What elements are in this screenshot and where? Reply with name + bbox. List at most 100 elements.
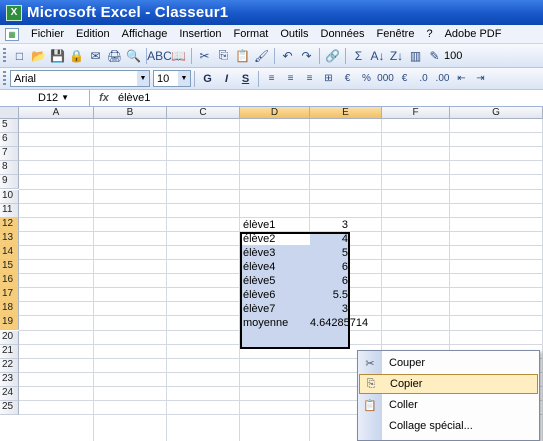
euro-icon[interactable]: € [396, 70, 413, 87]
chevron-down-icon[interactable]: ▼ [178, 71, 190, 86]
cell-e12[interactable]: 3 [310, 219, 348, 231]
column-header-d[interactable]: D [240, 107, 310, 119]
toolbar-grip[interactable] [3, 70, 6, 87]
email-icon[interactable]: ✉ [87, 47, 104, 64]
cell-d19[interactable]: moyenne [243, 317, 309, 329]
chart-wizard-icon[interactable]: ▥ [407, 47, 424, 64]
cell-e16[interactable]: 6 [310, 275, 348, 287]
copy-icon[interactable]: ⎘ [215, 47, 232, 64]
cell-d14[interactable]: élève3 [243, 247, 309, 259]
bold-button[interactable]: G [199, 70, 216, 87]
formula-input[interactable]: élève1 [118, 92, 150, 104]
row-header-16[interactable]: 16 [0, 274, 19, 289]
increase-decimal-icon[interactable]: .0 [415, 70, 432, 87]
cell-d17[interactable]: élève6 [243, 289, 309, 301]
select-all-corner[interactable] [0, 107, 19, 119]
align-left-icon[interactable]: ≡ [263, 70, 280, 87]
italic-button[interactable]: I [218, 70, 235, 87]
row-header-25[interactable]: 25 [0, 401, 19, 416]
cell-d13[interactable]: élève2 [243, 233, 309, 245]
menu-affichage[interactable]: Affichage [116, 28, 174, 40]
name-box[interactable]: D12 ▼ [0, 90, 90, 106]
cell-e13[interactable]: 4 [310, 233, 348, 245]
column-header-c[interactable]: C [167, 107, 240, 119]
save-icon[interactable]: 💾 [49, 47, 66, 64]
font-size-select[interactable]: 10 ▼ [153, 70, 191, 87]
sort-ascending-icon[interactable]: A↓ [369, 47, 386, 64]
cell-e19[interactable]: 4.64285714 [310, 317, 368, 329]
row-header-13[interactable]: 13 [0, 231, 19, 246]
menu-fenetre[interactable]: Fenêtre [371, 28, 421, 40]
cell-d12[interactable]: élève1 [243, 219, 309, 231]
row-header-9[interactable]: 9 [0, 175, 19, 190]
hyperlink-icon[interactable]: 🔗 [324, 47, 341, 64]
merge-center-icon[interactable]: ⊞ [320, 70, 337, 87]
row-header-11[interactable]: 11 [0, 203, 19, 218]
undo-icon[interactable]: ↶ [279, 47, 296, 64]
column-header-e[interactable]: E [310, 107, 382, 119]
menu-insertion[interactable]: Insertion [173, 28, 227, 40]
context-item-copier[interactable]: ⎘ Copier [359, 374, 538, 394]
cell-d16[interactable]: élève5 [243, 275, 309, 287]
row-header-24[interactable]: 24 [0, 386, 19, 401]
font-name-select[interactable]: Arial ▼ [10, 70, 150, 87]
context-item-coller[interactable]: 📋 Coller [359, 395, 538, 415]
row-header-18[interactable]: 18 [0, 302, 19, 317]
format-painter-icon[interactable]: 🖌 [253, 47, 270, 64]
row-header-22[interactable]: 22 [0, 358, 19, 373]
document-icon[interactable]: ▦ [5, 27, 19, 41]
new-file-icon[interactable]: □ [11, 47, 28, 64]
menu-help[interactable]: ? [420, 28, 438, 40]
cell-d18[interactable]: élève7 [243, 303, 309, 315]
row-header-7[interactable]: 7 [0, 147, 19, 162]
percent-icon[interactable]: % [358, 70, 375, 87]
menu-outils[interactable]: Outils [274, 28, 314, 40]
decrease-indent-icon[interactable]: ⇤ [453, 70, 470, 87]
column-header-a[interactable]: A [19, 107, 94, 119]
menu-adobe-pdf[interactable]: Adobe PDF [439, 28, 508, 40]
column-header-g[interactable]: G [450, 107, 543, 119]
row-header-5[interactable]: 5 [0, 119, 19, 134]
cell-e18[interactable]: 3 [310, 303, 348, 315]
underline-button[interactable]: S [237, 70, 254, 87]
permissions-icon[interactable]: 🔒 [68, 47, 85, 64]
row-header-12[interactable]: 12 [0, 217, 19, 232]
toolbar-grip[interactable] [3, 47, 6, 64]
row-header-17[interactable]: 17 [0, 288, 19, 303]
row-header-19[interactable]: 19 [0, 316, 19, 331]
drawing-icon[interactable]: ✎ [426, 47, 443, 64]
chevron-down-icon[interactable]: ▼ [61, 93, 69, 102]
currency-icon[interactable]: € [339, 70, 356, 87]
thousands-icon[interactable]: 000 [377, 70, 394, 87]
decrease-decimal-icon[interactable]: .00 [434, 70, 451, 87]
menu-fichier[interactable]: Fichier [25, 28, 70, 40]
row-header-23[interactable]: 23 [0, 372, 19, 387]
cell-e14[interactable]: 5 [310, 247, 348, 259]
excel-icon[interactable]: X [6, 4, 22, 21]
menu-donnees[interactable]: Données [315, 28, 371, 40]
spell-check-icon[interactable]: ABC [147, 47, 172, 64]
chevron-down-icon[interactable]: ▼ [137, 71, 149, 86]
context-item-couper[interactable]: ✂ Couper [359, 353, 538, 373]
print-icon[interactable]: 🖨 [106, 47, 123, 64]
insert-function-icon[interactable]: fx [90, 92, 118, 104]
row-header-15[interactable]: 15 [0, 260, 19, 275]
zoom-value[interactable]: 100 [444, 50, 462, 62]
column-header-b[interactable]: B [94, 107, 167, 119]
cell-e15[interactable]: 6 [310, 261, 348, 273]
row-header-10[interactable]: 10 [0, 189, 19, 204]
align-center-icon[interactable]: ≡ [282, 70, 299, 87]
row-header-21[interactable]: 21 [0, 344, 19, 359]
align-right-icon[interactable]: ≡ [301, 70, 318, 87]
paste-icon[interactable]: 📋 [234, 47, 251, 64]
cut-icon[interactable]: ✂ [196, 47, 213, 64]
research-icon[interactable]: 📖 [170, 47, 187, 64]
column-header-f[interactable]: F [382, 107, 450, 119]
redo-icon[interactable]: ↷ [298, 47, 315, 64]
increase-indent-icon[interactable]: ⇥ [472, 70, 489, 87]
row-header-8[interactable]: 8 [0, 161, 19, 176]
open-folder-icon[interactable]: 📂 [30, 47, 47, 64]
print-preview-icon[interactable]: 🔍 [125, 47, 142, 64]
row-header-20[interactable]: 20 [0, 330, 19, 345]
cell-e17[interactable]: 5.5 [310, 289, 348, 301]
